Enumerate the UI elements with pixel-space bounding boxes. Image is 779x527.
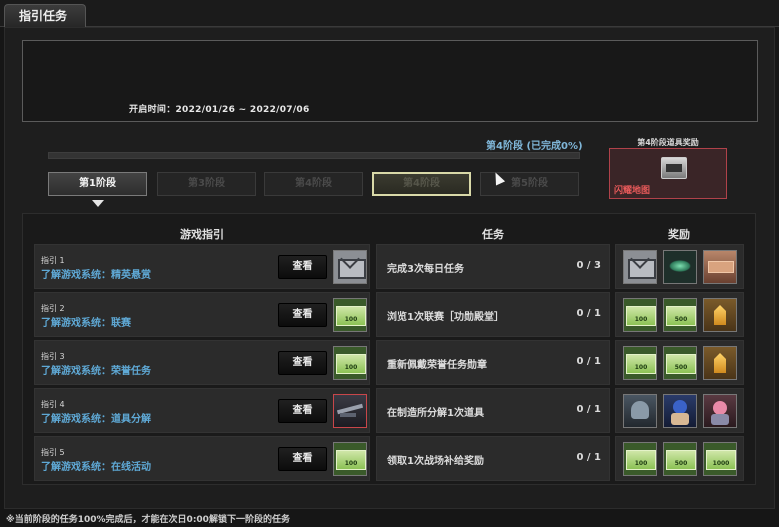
task-row-4: 指引 4 了解游戏系统：道具分解 查看 在制造所分解1次道具 0 / 1: [34, 388, 744, 433]
card-icon[interactable]: [703, 250, 737, 284]
ticket-label: 500: [674, 316, 688, 323]
task-description: 重新佩戴荣誉任务勋章: [387, 360, 487, 371]
chest-icon: [661, 157, 687, 179]
ticket-500-icon[interactable]: 500: [663, 298, 697, 332]
ticket-100-icon[interactable]: 100: [623, 298, 657, 332]
ticket-100-icon[interactable]: 100: [623, 442, 657, 476]
view-button[interactable]: 查看: [278, 351, 327, 375]
guide-title: 了解游戏系统：荣誉任务: [41, 366, 151, 377]
ticket-100-icon[interactable]: 100: [333, 442, 367, 476]
gun-icon[interactable]: [333, 394, 367, 428]
character-blue-icon[interactable]: [663, 394, 697, 428]
task-count: 0 / 1: [576, 452, 601, 463]
task-row-5: 指引 5 了解游戏系统：在线活动 查看 100 领取1次战场补给奖励 0 / 1…: [34, 436, 744, 481]
guide-number: 指引 5: [41, 448, 65, 457]
reward-cell: 100 500: [615, 292, 744, 337]
stage-tab-1[interactable]: 第1阶段: [48, 172, 147, 196]
view-button[interactable]: 查看: [278, 399, 327, 423]
footnote: ※当前阶段的任务100%完成后，才能在次日0:00解锁下一阶段的任务: [6, 515, 290, 525]
stage-reward-box[interactable]: 闪耀地图: [609, 148, 727, 199]
ticket-label: 500: [674, 460, 688, 467]
stage-progress-label: 第4阶段 (已完成0%): [486, 141, 583, 152]
guide-number: 指引 4: [41, 400, 65, 409]
stage-reward-title: 第4阶段道具奖励: [637, 138, 699, 147]
stage-tab-2[interactable]: 第3阶段: [157, 172, 256, 196]
guide-cell: 指引 5 了解游戏系统：在线活动 查看 100: [34, 436, 370, 481]
task-count: 0 / 3: [576, 260, 601, 271]
info-box: 开启时间：2022/01/26 ~ 2022/07/06: [22, 40, 758, 122]
task-count: 0 / 1: [576, 308, 601, 319]
ticket-500-icon[interactable]: 500: [663, 442, 697, 476]
ticket-label: 100: [634, 316, 648, 323]
task-row-1: 指引 1 了解游戏系统：精英悬赏 查看 完成3次每日任务 0 / 3: [34, 244, 744, 289]
reward-cell: [615, 388, 744, 433]
helmet-icon[interactable]: [623, 394, 657, 428]
view-button[interactable]: 查看: [278, 447, 327, 471]
guide-number: 指引 3: [41, 352, 65, 361]
ticket-100-icon[interactable]: 100: [333, 298, 367, 332]
guide-title: 了解游戏系统：在线活动: [41, 462, 151, 473]
task-description: 领取1次战场补给奖励: [387, 456, 484, 467]
stage-reward-label: 闪耀地图: [614, 186, 651, 196]
task-cell: 重新佩戴荣誉任务勋章 0 / 1: [376, 340, 610, 385]
view-button[interactable]: 查看: [278, 303, 327, 327]
ticket-label: 100: [344, 460, 358, 467]
task-cell: 完成3次每日任务 0 / 3: [376, 244, 610, 289]
medal-icon[interactable]: [703, 298, 737, 332]
guide-cell: 指引 1 了解游戏系统：精英悬赏 查看: [34, 244, 370, 289]
mail-icon[interactable]: [623, 250, 657, 284]
task-description: 浏览1次联赛［功勋殿堂］: [387, 312, 504, 323]
stage-progress-bar: [48, 152, 580, 159]
task-cell: 在制造所分解1次道具 0 / 1: [376, 388, 610, 433]
task-cell: 领取1次战场补给奖励 0 / 1: [376, 436, 610, 481]
ticket-label: 500: [674, 364, 688, 371]
reward-cell: 100 500 1000: [615, 436, 744, 481]
task-cell: 浏览1次联赛［功勋殿堂］ 0 / 1: [376, 292, 610, 337]
ticket-500-icon[interactable]: 500: [663, 346, 697, 380]
guide-cell: 指引 4 了解游戏系统：道具分解 查看: [34, 388, 370, 433]
reward-cell: 100 500: [615, 340, 744, 385]
ticket-100-icon[interactable]: 100: [623, 346, 657, 380]
guide-title: 了解游戏系统：道具分解: [41, 414, 151, 425]
ticket-label: 100: [344, 364, 358, 371]
tab-bar: 指引任务: [0, 0, 779, 28]
ticket-label: 100: [634, 364, 648, 371]
guide-title: 了解游戏系统：精英悬赏: [41, 270, 151, 281]
column-header-task: 任务: [482, 228, 504, 241]
stage-selected-arrow-icon: [92, 200, 104, 207]
task-description: 在制造所分解1次道具: [387, 408, 484, 419]
character-pink-icon[interactable]: [703, 394, 737, 428]
task-count: 0 / 1: [576, 356, 601, 367]
open-time: 开启时间：2022/01/26 ~ 2022/07/06: [129, 105, 310, 115]
task-count: 0 / 1: [576, 404, 601, 415]
view-button[interactable]: 查看: [278, 255, 327, 279]
stage-tab-4[interactable]: 第4阶段: [372, 172, 471, 196]
ticket-label: 100: [634, 460, 648, 467]
column-header-reward: 奖励: [668, 228, 690, 241]
ticket-1000-icon[interactable]: 1000: [703, 442, 737, 476]
task-row-2: 指引 2 了解游戏系统：联赛 查看 100 浏览1次联赛［功勋殿堂］ 0 / 1…: [34, 292, 744, 337]
guide-cell: 指引 2 了解游戏系统：联赛 查看 100: [34, 292, 370, 337]
wing-emblem-icon[interactable]: [663, 250, 697, 284]
task-description: 完成3次每日任务: [387, 264, 464, 275]
ticket-label: 1000: [712, 460, 730, 467]
task-row-3: 指引 3 了解游戏系统：荣誉任务 查看 100 重新佩戴荣誉任务勋章 0 / 1…: [34, 340, 744, 385]
stage-tab-3[interactable]: 第4阶段: [264, 172, 363, 196]
reward-cell: [615, 244, 744, 289]
mail-icon[interactable]: [333, 250, 367, 284]
guide-number: 指引 2: [41, 304, 65, 313]
guide-cell: 指引 3 了解游戏系统：荣誉任务 查看 100: [34, 340, 370, 385]
guide-number: 指引 1: [41, 256, 65, 265]
ticket-label: 100: [344, 316, 358, 323]
guide-title: 了解游戏系统：联赛: [41, 318, 131, 329]
column-header-guide: 游戏指引: [180, 228, 224, 241]
ticket-100-icon[interactable]: 100: [333, 346, 367, 380]
medal-icon[interactable]: [703, 346, 737, 380]
tab-guide-tasks[interactable]: 指引任务: [4, 4, 86, 28]
